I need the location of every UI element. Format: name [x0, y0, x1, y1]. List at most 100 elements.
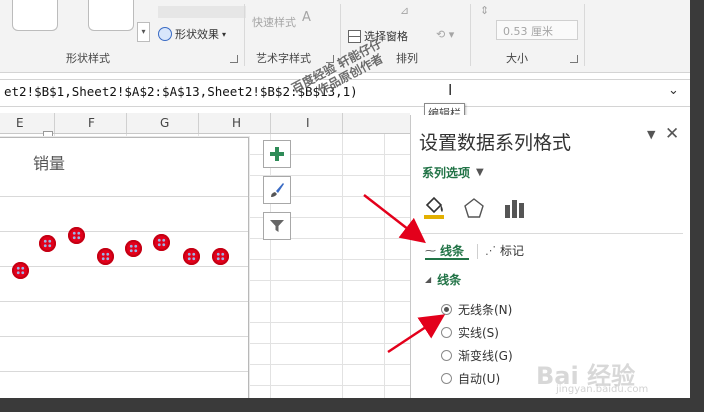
series-options-label: 系列选项: [422, 166, 471, 180]
line-section-title: 线条: [437, 273, 462, 287]
grid-line: [342, 134, 343, 398]
data-point-marker[interactable]: [183, 248, 200, 265]
chevron-down-icon: ▾: [222, 29, 227, 39]
grid-line: [270, 134, 271, 398]
pane-options-icon[interactable]: ▼: [647, 128, 655, 141]
chart-elements-button[interactable]: [263, 140, 291, 168]
close-icon[interactable]: ✕: [665, 124, 679, 144]
brush-icon: [271, 183, 284, 197]
line-section-header[interactable]: ◢ 线条: [425, 271, 461, 288]
tab-separator: [477, 244, 478, 259]
column-header-h[interactable]: H: [232, 116, 241, 130]
bring-forward-button-cut[interactable]: ⊿: [400, 4, 409, 17]
column-headers: E F G H I: [0, 113, 410, 134]
chart-gridline: [0, 196, 248, 197]
column-border: [270, 113, 271, 133]
data-point-marker[interactable]: [212, 248, 229, 265]
column-header-f[interactable]: F: [88, 116, 95, 130]
column-border: [126, 113, 127, 133]
ribbon-separator: [244, 4, 245, 66]
selection-pane-icon: [348, 29, 361, 43]
plus-icon: [270, 147, 284, 161]
radio-button[interactable]: [441, 304, 452, 315]
line-tab-icon: ⁓: [425, 244, 436, 257]
grid-line: [384, 134, 385, 398]
height-value: 0.53 厘米: [503, 25, 553, 38]
radio-no-line[interactable]: 无线条(N): [441, 301, 512, 318]
shape-style-swatch-2[interactable]: [88, 0, 134, 31]
radio-gradient-line[interactable]: 渐变线(G): [441, 347, 513, 364]
chart-area[interactable]: 销量: [0, 137, 249, 404]
data-point-marker[interactable]: [39, 235, 56, 252]
filter-icon: [270, 220, 284, 232]
ribbon-separator: [584, 4, 585, 66]
chart-styles-button[interactable]: [263, 176, 291, 204]
shape-effect-button[interactable]: 形状效果 ▾: [158, 26, 226, 42]
size-launcher-icon[interactable]: [570, 55, 578, 63]
shape-style-swatch-1[interactable]: [12, 0, 58, 31]
shape-fill-button-cut[interactable]: [158, 6, 246, 18]
radio-label: 渐变线(G): [458, 349, 513, 363]
watermark-url: jingyan.baidu.com: [556, 384, 649, 395]
arrange-group-label: 排列: [396, 52, 418, 65]
data-point-marker[interactable]: [125, 240, 142, 257]
series-options-dropdown[interactable]: 系列选项 ▼: [422, 164, 484, 181]
fill-line-category[interactable]: [421, 195, 447, 221]
rotate-button[interactable]: ⟲ ▾: [436, 28, 454, 41]
tab-marker-label: 标记: [500, 244, 525, 258]
quick-styles-button[interactable]: 快速样式: [252, 14, 296, 30]
radio-solid-line[interactable]: 实线(S): [441, 324, 499, 341]
radio-button[interactable]: [441, 373, 452, 384]
effects-category[interactable]: [461, 195, 487, 221]
tab-marker[interactable]: ⋰ 标记: [485, 242, 524, 259]
tab-line-label: 线条: [440, 244, 465, 258]
series-options-category[interactable]: [501, 195, 527, 221]
shape-effect-label: 形状效果: [175, 28, 219, 41]
column-header-e[interactable]: E: [16, 116, 24, 130]
shape-style-more-button[interactable]: ▾: [137, 22, 150, 42]
chart-gridline: [0, 301, 248, 302]
column-border: [54, 113, 55, 133]
wordart-group-label: 艺术字样式: [256, 52, 311, 65]
window-border-right: [690, 0, 704, 412]
paint-bucket-icon: [424, 196, 444, 219]
marker-tab-icon: ⋰: [485, 244, 496, 257]
bar-chart-icon: [505, 200, 524, 218]
text-fill-icon[interactable]: A: [302, 10, 311, 25]
shape-styles-group-label: 形状样式: [66, 52, 110, 65]
radio-automatic[interactable]: 自动(U): [441, 370, 500, 387]
chart-title[interactable]: 销量: [33, 150, 65, 174]
column-border: [342, 113, 343, 133]
chart-gridline: [0, 266, 248, 267]
radio-button[interactable]: [441, 350, 452, 361]
column-header-g[interactable]: G: [160, 116, 169, 130]
radio-button[interactable]: [441, 327, 452, 338]
pane-title: 设置数据系列格式: [419, 132, 572, 154]
radio-label: 实线(S): [458, 326, 499, 340]
shape-styles-launcher-icon[interactable]: [230, 55, 238, 63]
data-point-marker[interactable]: [153, 234, 170, 251]
window-border-bottom: [0, 398, 704, 412]
chart-gridline: [0, 231, 248, 232]
pentagon-icon: [464, 198, 484, 218]
category-divider: [419, 233, 683, 234]
data-point-marker[interactable]: [12, 262, 29, 279]
height-input[interactable]: 0.53 厘米: [496, 20, 578, 40]
height-icon: ⇕: [480, 4, 490, 17]
chart-filters-button[interactable]: [263, 212, 291, 240]
ribbon-separator: [470, 4, 471, 66]
expand-formula-bar-icon[interactable]: ⌄: [668, 83, 679, 98]
radio-label: 自动(U): [458, 372, 501, 386]
column-header-i[interactable]: I: [306, 116, 310, 130]
chevron-down-icon: ▼: [476, 167, 484, 178]
text-cursor-icon: I: [448, 81, 453, 99]
quick-styles-label: 快速样式: [252, 16, 296, 29]
tab-line[interactable]: ⁓ 线条: [425, 242, 464, 259]
chart-gridline: [0, 371, 248, 372]
excel-window: ▾ 形状效果 ▾ 形状样式 快速样式 A 艺术字样式 ⊿ 选择窗格 ⟲ ▾ 排列…: [0, 0, 704, 412]
data-point-marker[interactable]: [97, 248, 114, 265]
radio-label: 无线条(N): [458, 303, 513, 317]
data-point-marker[interactable]: [68, 227, 85, 244]
column-border: [198, 113, 199, 133]
size-group-label: 大小: [506, 52, 528, 65]
